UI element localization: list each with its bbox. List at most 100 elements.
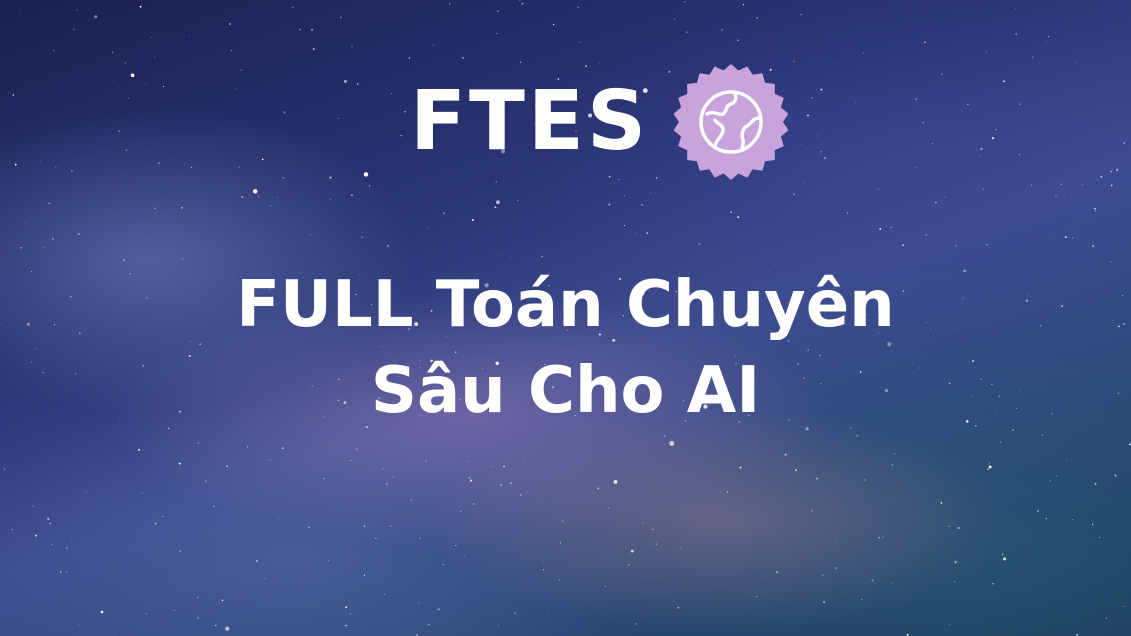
- star: [1032, 56, 1034, 58]
- star: [78, 624, 80, 626]
- star: [221, 599, 224, 601]
- star: [345, 606, 348, 609]
- star: [1105, 184, 1106, 186]
- star: [179, 550, 182, 552]
- star: [988, 465, 992, 469]
- star: [882, 536, 884, 538]
- star: [509, 256, 511, 258]
- star: [519, 0, 521, 1]
- star: [925, 233, 928, 236]
- star: [1092, 245, 1094, 248]
- star: [213, 505, 215, 508]
- star: [100, 610, 104, 614]
- star: [1049, 480, 1052, 482]
- star: [679, 547, 681, 549]
- star: [673, 18, 676, 20]
- star: [162, 515, 164, 517]
- star: [226, 465, 228, 468]
- star: [179, 529, 181, 531]
- star: [835, 567, 838, 570]
- star: [955, 245, 957, 247]
- star: [646, 232, 648, 234]
- star: [241, 196, 244, 198]
- star: [455, 544, 457, 546]
- star: [1071, 237, 1073, 239]
- star: [737, 216, 740, 218]
- star: [1076, 633, 1079, 636]
- star: [145, 613, 147, 615]
- badge-seal: [673, 64, 789, 180]
- star: [669, 440, 675, 446]
- star: [795, 469, 797, 471]
- star: [890, 226, 892, 229]
- star: [3, 468, 6, 470]
- star: [361, 236, 363, 238]
- star: [255, 560, 258, 562]
- star: [1114, 474, 1117, 477]
- course-banner: FTES FULL Toán Chuyên Sâu Cho AI: [0, 0, 1131, 636]
- star: [432, 44, 434, 46]
- star: [73, 28, 75, 31]
- star: [187, 211, 189, 213]
- star: [381, 467, 384, 470]
- star: [276, 197, 278, 199]
- star: [822, 574, 824, 576]
- star: [291, 6, 294, 9]
- star: [577, 6, 580, 9]
- star: [698, 243, 701, 245]
- star: [879, 228, 882, 230]
- star: [53, 50, 55, 52]
- star: [340, 16, 342, 19]
- star: [652, 528, 654, 531]
- star: [542, 569, 545, 571]
- star: [470, 479, 472, 482]
- star: [363, 525, 366, 527]
- star: [500, 484, 502, 486]
- star: [517, 199, 519, 202]
- star: [776, 571, 778, 574]
- star: [856, 434, 858, 437]
- star: [630, 549, 634, 553]
- star: [1123, 605, 1124, 607]
- star: [49, 522, 51, 525]
- star: [188, 35, 190, 37]
- star: [634, 233, 636, 234]
- star: [328, 560, 330, 562]
- star: [677, 606, 680, 609]
- star: [463, 555, 465, 557]
- star: [1065, 236, 1067, 238]
- star: [442, 212, 445, 215]
- star: [503, 465, 505, 468]
- star: [497, 625, 499, 627]
- star: [655, 543, 657, 545]
- star: [755, 595, 758, 598]
- star: [1056, 475, 1058, 477]
- star: [43, 246, 45, 248]
- star: [71, 537, 73, 538]
- star: [427, 227, 429, 229]
- star: [322, 477, 325, 480]
- star: [197, 617, 199, 619]
- star: [1081, 183, 1083, 185]
- star: [48, 202, 50, 204]
- star: [847, 212, 849, 214]
- star: [816, 477, 818, 480]
- star: [428, 624, 430, 626]
- star: [375, 537, 377, 540]
- star: [988, 462, 991, 464]
- star: [889, 496, 891, 498]
- star: [1099, 536, 1101, 538]
- star: [721, 28, 723, 31]
- star: [864, 479, 866, 481]
- star: [111, 51, 114, 54]
- star: [1030, 184, 1033, 186]
- star: [295, 633, 297, 635]
- star: [65, 547, 68, 549]
- star: [935, 201, 937, 204]
- star: [1105, 617, 1107, 619]
- star: [390, 525, 392, 527]
- star: [468, 461, 469, 463]
- star: [468, 55, 470, 57]
- star: [52, 238, 54, 240]
- star: [947, 203, 948, 205]
